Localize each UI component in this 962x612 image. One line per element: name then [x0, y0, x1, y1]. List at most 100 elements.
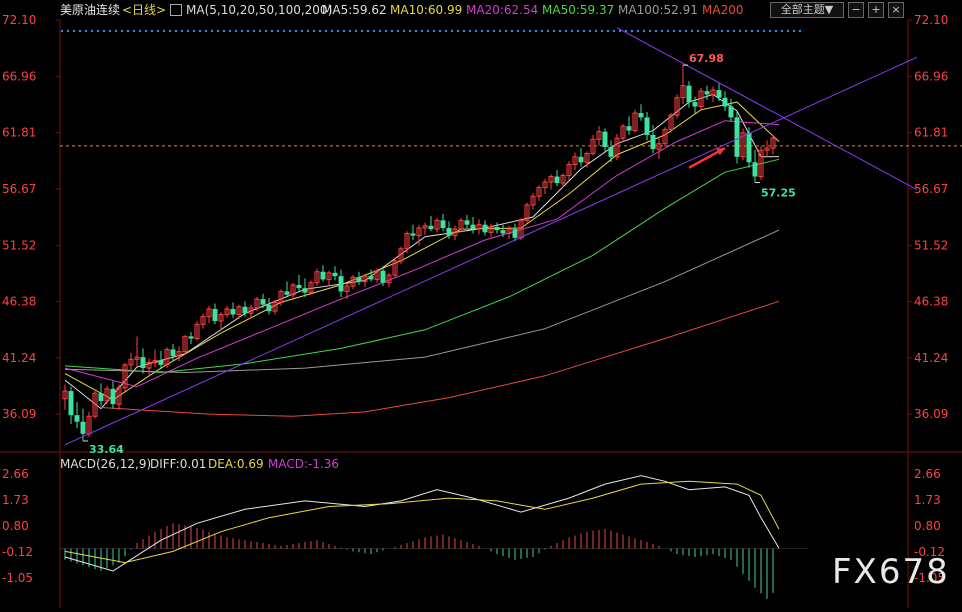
marker-dot	[60, 29, 64, 33]
price-chart[interactable]: 72.10 72.1066.96 66.9661.81 61.8156.67 56.67…	[0, 0, 962, 608]
marker-dot	[102, 29, 106, 33]
candle-down	[110, 381, 116, 409]
marker-dot	[348, 29, 352, 33]
price-tick-right: 46.38	[914, 295, 948, 309]
marker-dot	[426, 29, 430, 33]
candle-body	[482, 224, 488, 233]
candle-body	[608, 146, 614, 157]
marker-dot	[780, 29, 784, 33]
marker-dot	[150, 29, 154, 33]
candle-body	[368, 276, 374, 280]
marker-dot	[636, 29, 640, 33]
candle-body	[260, 299, 266, 305]
marker-dot	[582, 29, 586, 33]
candle-body	[230, 308, 236, 315]
candle-up	[710, 86, 716, 103]
ma-params: MA(5,10,20,50,100,200)	[186, 3, 333, 17]
candle-down	[230, 302, 236, 318]
candle-up	[764, 140, 770, 157]
marker-dot	[792, 29, 796, 33]
marker-dot	[600, 29, 604, 33]
candle-up	[542, 178, 548, 195]
theme-dropdown-button[interactable]: 全部主题▼	[770, 2, 844, 18]
marker-dot	[576, 29, 580, 33]
marker-dot	[738, 29, 742, 33]
candle-down	[410, 224, 416, 241]
price-tick-left: 41.24	[2, 351, 36, 365]
marker-dot	[372, 29, 376, 33]
marker-dot	[138, 29, 142, 33]
marker-dot	[564, 29, 568, 33]
marker-dot	[726, 29, 730, 33]
candle-down	[716, 83, 722, 102]
candle-down	[284, 281, 290, 296]
marker-dot	[570, 29, 574, 33]
marker-dot	[270, 29, 274, 33]
minus-icon[interactable]: −	[848, 2, 864, 18]
macd-hist-value: MACD:-1.36	[268, 457, 340, 471]
macd-tick-left: 1.73	[2, 493, 29, 507]
marker-dot	[78, 29, 82, 33]
start-low-label: 33.64	[89, 443, 124, 456]
marker-dot	[234, 29, 238, 33]
marker-dot	[672, 29, 676, 33]
candle-up	[122, 362, 128, 392]
marker-dot	[186, 29, 190, 33]
candle-up	[326, 270, 332, 286]
marker-dot	[192, 29, 196, 33]
candle-up	[662, 127, 668, 147]
macd-dea-line	[64, 480, 780, 564]
watermark-logo: FX678	[832, 552, 950, 592]
ma-line-ma50	[64, 158, 780, 374]
candle-down	[626, 116, 632, 135]
marker-dot	[132, 29, 136, 33]
marker-dot	[324, 29, 328, 33]
macd-layer	[60, 475, 808, 600]
candle-up	[272, 300, 278, 315]
ma-settings-icon[interactable]	[170, 4, 182, 16]
marker-dot	[84, 29, 88, 33]
candle-body	[380, 270, 386, 283]
candle-up	[476, 219, 482, 235]
candle-body	[428, 225, 434, 230]
marker-dot	[90, 29, 94, 33]
macd-tick-left: 0.80	[2, 519, 29, 533]
close-icon[interactable]: ×	[888, 2, 904, 18]
price-tick-left: 61.81	[2, 126, 36, 140]
candle-down	[140, 348, 146, 374]
marker-dot	[516, 29, 520, 33]
candle-down	[302, 278, 308, 297]
candle-body	[722, 97, 728, 107]
candle-down	[68, 386, 74, 424]
candle-down	[332, 266, 338, 281]
candle-up	[536, 185, 542, 201]
marker-dot	[240, 29, 244, 33]
candle-down	[734, 110, 740, 164]
candle-up	[566, 161, 572, 180]
marker-dot	[204, 29, 208, 33]
marker-dot	[654, 29, 658, 33]
marker-dot	[522, 29, 526, 33]
candle-up	[392, 258, 398, 278]
candle-body	[338, 276, 344, 292]
candle-body	[296, 284, 302, 289]
marker-dot	[612, 29, 616, 33]
marker-dot	[492, 29, 496, 33]
candle-down	[554, 169, 560, 187]
candle-down	[494, 222, 500, 234]
marker-dot	[222, 29, 226, 33]
period-label[interactable]: <日线>	[122, 0, 166, 20]
marker-dot	[438, 29, 442, 33]
candle-down	[644, 111, 650, 141]
symbol-name[interactable]: 美原油连续	[60, 0, 120, 20]
plus-icon[interactable]: +	[868, 2, 884, 18]
marker-dot	[228, 29, 232, 33]
marker-dot	[774, 29, 778, 33]
candle-up	[164, 347, 170, 369]
marker-dot	[300, 29, 304, 33]
candle-up	[530, 192, 536, 210]
macd-tick-left: -1.05	[2, 571, 33, 585]
marker-dot	[336, 29, 340, 33]
marker-dot	[666, 29, 670, 33]
candle-body	[686, 85, 692, 103]
